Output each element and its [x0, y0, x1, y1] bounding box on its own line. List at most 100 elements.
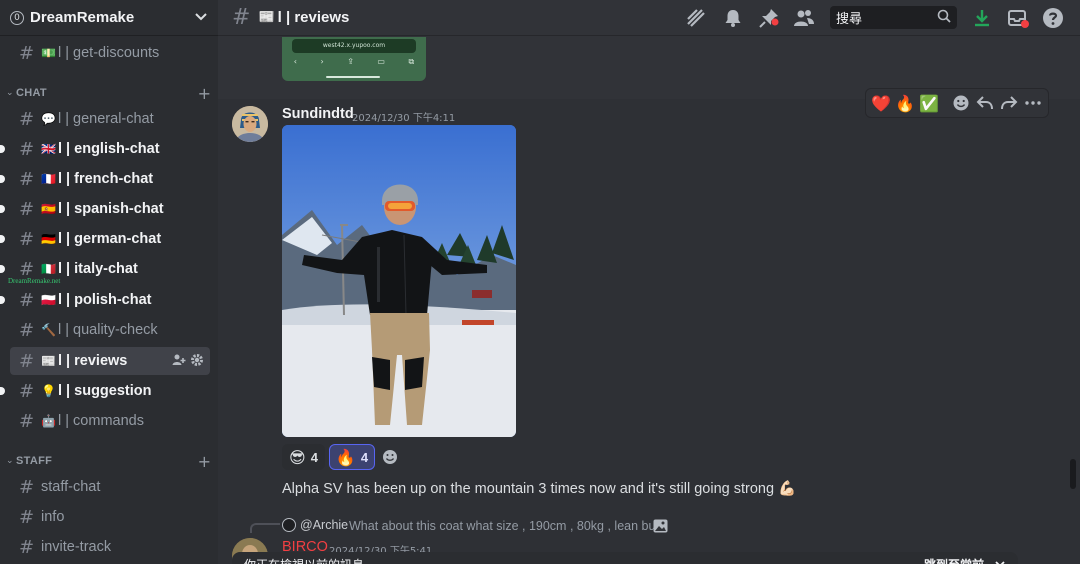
channel-invite-track[interactable]: # invite-track	[10, 533, 210, 561]
channel-english-chat[interactable]: # 🇬🇧 l | english-chat	[0, 135, 210, 163]
unread-indicator	[0, 145, 5, 153]
channel-name: invite-track	[41, 539, 112, 555]
server-badge: 0	[10, 10, 24, 25]
channel-emoji: 🇵🇱	[41, 293, 56, 307]
unread-indicator	[0, 235, 5, 243]
hash-icon: #	[19, 319, 35, 341]
chevron-down-icon: ⌄	[6, 456, 14, 466]
share-icon: ⇪	[347, 57, 354, 66]
unread-indicator	[0, 296, 5, 304]
chevron-down-icon[interactable]	[194, 9, 208, 27]
message-content: Alpha SV has been up on the mountain 3 t…	[282, 481, 797, 497]
chevron-down-icon: ⌄	[6, 88, 14, 98]
forward-icon: ›	[320, 57, 324, 66]
channel-emoji: 📰	[41, 354, 56, 368]
banner-text: 你正在檢視以前的訊息	[244, 556, 924, 564]
channel-name: staff-chat	[41, 479, 101, 495]
add-reaction-icon[interactable]	[950, 91, 972, 115]
channel-name: l | french-chat	[58, 171, 154, 187]
hash-icon: #	[19, 42, 35, 64]
scrollbar-thumb[interactable]	[1070, 459, 1076, 489]
reply-connector	[250, 523, 280, 533]
message-actions-bar: ❤️ 🔥 ✅	[865, 88, 1049, 118]
channel-get-discounts[interactable]: # 💵 l | get-discounts	[10, 39, 210, 67]
members-icon[interactable]	[792, 6, 816, 30]
quick-react-check-button[interactable]: ✅	[918, 91, 940, 115]
more-options-icon[interactable]	[1022, 91, 1044, 115]
pin-icon[interactable]	[757, 6, 781, 30]
add-channel-icon[interactable]: +	[198, 452, 211, 471]
category-chat[interactable]: ⌄ CHAT +	[6, 83, 211, 103]
photo-attachment[interactable]	[282, 125, 516, 437]
hash-icon: #	[19, 506, 35, 528]
threads-icon[interactable]	[684, 6, 708, 30]
home-indicator	[326, 76, 380, 78]
channel-emoji: 🇩🇪	[41, 232, 56, 246]
reaction-sunglasses[interactable]: 😎 4	[282, 444, 325, 470]
tabs-icon: ⧉	[408, 57, 415, 66]
channel-commands[interactable]: # 🤖 l | commands	[10, 407, 210, 435]
channel-name: l | quality-check	[58, 322, 158, 338]
reply-username[interactable]: @Archie	[300, 518, 348, 532]
channel-french-chat[interactable]: # 🇫🇷 l | french-chat	[0, 165, 210, 193]
hash-icon: #	[19, 198, 35, 220]
quick-react-heart-button[interactable]: ❤️	[870, 91, 892, 115]
reaction-count: 4	[310, 449, 318, 465]
add-channel-icon[interactable]: +	[198, 84, 211, 103]
quick-react-fire-button[interactable]: 🔥	[894, 91, 916, 115]
unread-indicator	[0, 265, 5, 273]
channel-suggestion[interactable]: # 💡 l | suggestion	[0, 377, 210, 405]
channel-general-chat[interactable]: # 💬 l | general-chat	[10, 105, 210, 133]
reaction-count: 4	[360, 449, 369, 465]
hash-icon: #	[19, 350, 35, 372]
reply-icon[interactable]	[974, 91, 996, 115]
channel-info[interactable]: # info	[10, 503, 210, 531]
forward-icon[interactable]	[998, 91, 1020, 115]
reaction-fire[interactable]: 🔥 4	[328, 444, 376, 470]
server-name: DreamRemake	[30, 9, 135, 26]
channel-polish-chat[interactable]: # 🇵🇱 l | polish-chat	[0, 286, 210, 314]
watermark: DreamRemake.net	[8, 277, 61, 285]
channel-name: l | get-discounts	[58, 45, 160, 61]
channel-spanish-chat[interactable]: # 🇪🇸 l | spanish-chat	[0, 195, 210, 223]
category-name: STAFF	[16, 455, 53, 467]
gear-icon[interactable]	[190, 353, 204, 367]
inbox-icon[interactable]	[1006, 6, 1030, 30]
channel-staff-chat[interactable]: # staff-chat	[10, 473, 210, 501]
hash-icon: #	[19, 380, 35, 402]
message-author[interactable]: Sundindtd	[282, 106, 354, 122]
search-input[interactable]: 搜尋	[830, 6, 957, 29]
channel-name: l | english-chat	[58, 141, 160, 157]
add-reaction-icon[interactable]	[379, 446, 401, 468]
previous-image-attachment[interactable]: west42.x.yupoo.com ‹ › ⇪ ▭ ⧉	[282, 37, 426, 81]
channel-name: l | commands	[58, 413, 144, 429]
category-staff[interactable]: ⌄ STAFF +	[6, 451, 211, 471]
hash-icon: #	[19, 536, 35, 558]
hash-icon: #	[19, 476, 35, 498]
bell-icon[interactable]	[721, 6, 745, 30]
channel-name: l | general-chat	[58, 111, 154, 127]
channel-reviews[interactable]: # 📰 l | reviews	[10, 347, 210, 375]
channel-german-chat[interactable]: # 🇩🇪 l | german-chat	[0, 225, 210, 253]
book-icon: ▭	[377, 57, 385, 66]
channel-name: l | german-chat	[58, 231, 162, 247]
reactions-row: 😎 4 🔥 4	[282, 444, 401, 470]
channel-name: l | italy-chat	[58, 261, 138, 277]
server-header[interactable]: 0 DreamRemake	[0, 0, 218, 36]
reply-preview-text[interactable]: What about this coat what size , 190cm ,…	[349, 519, 668, 533]
avatar[interactable]	[232, 106, 268, 142]
jump-to-present-button[interactable]: 跳到至當前	[924, 556, 984, 564]
channel-quality-check[interactable]: # 🔨 l | quality-check	[10, 316, 210, 344]
channel-emoji: 🤖	[41, 414, 56, 428]
channel-name: l | polish-chat	[58, 292, 152, 308]
channel-actions	[172, 353, 204, 367]
channel-emoji: 🇮🇹	[41, 262, 56, 276]
help-icon[interactable]	[1041, 6, 1065, 30]
hash-icon: #	[19, 289, 35, 311]
message-timestamp: 2024/12/30 下午4:11	[352, 113, 456, 124]
channel-name: info	[41, 509, 65, 525]
download-icon[interactable]	[970, 6, 994, 30]
channel-title: l | reviews	[277, 9, 350, 26]
chevron-down-icon[interactable]	[994, 555, 1006, 564]
add-member-icon[interactable]	[172, 353, 186, 367]
